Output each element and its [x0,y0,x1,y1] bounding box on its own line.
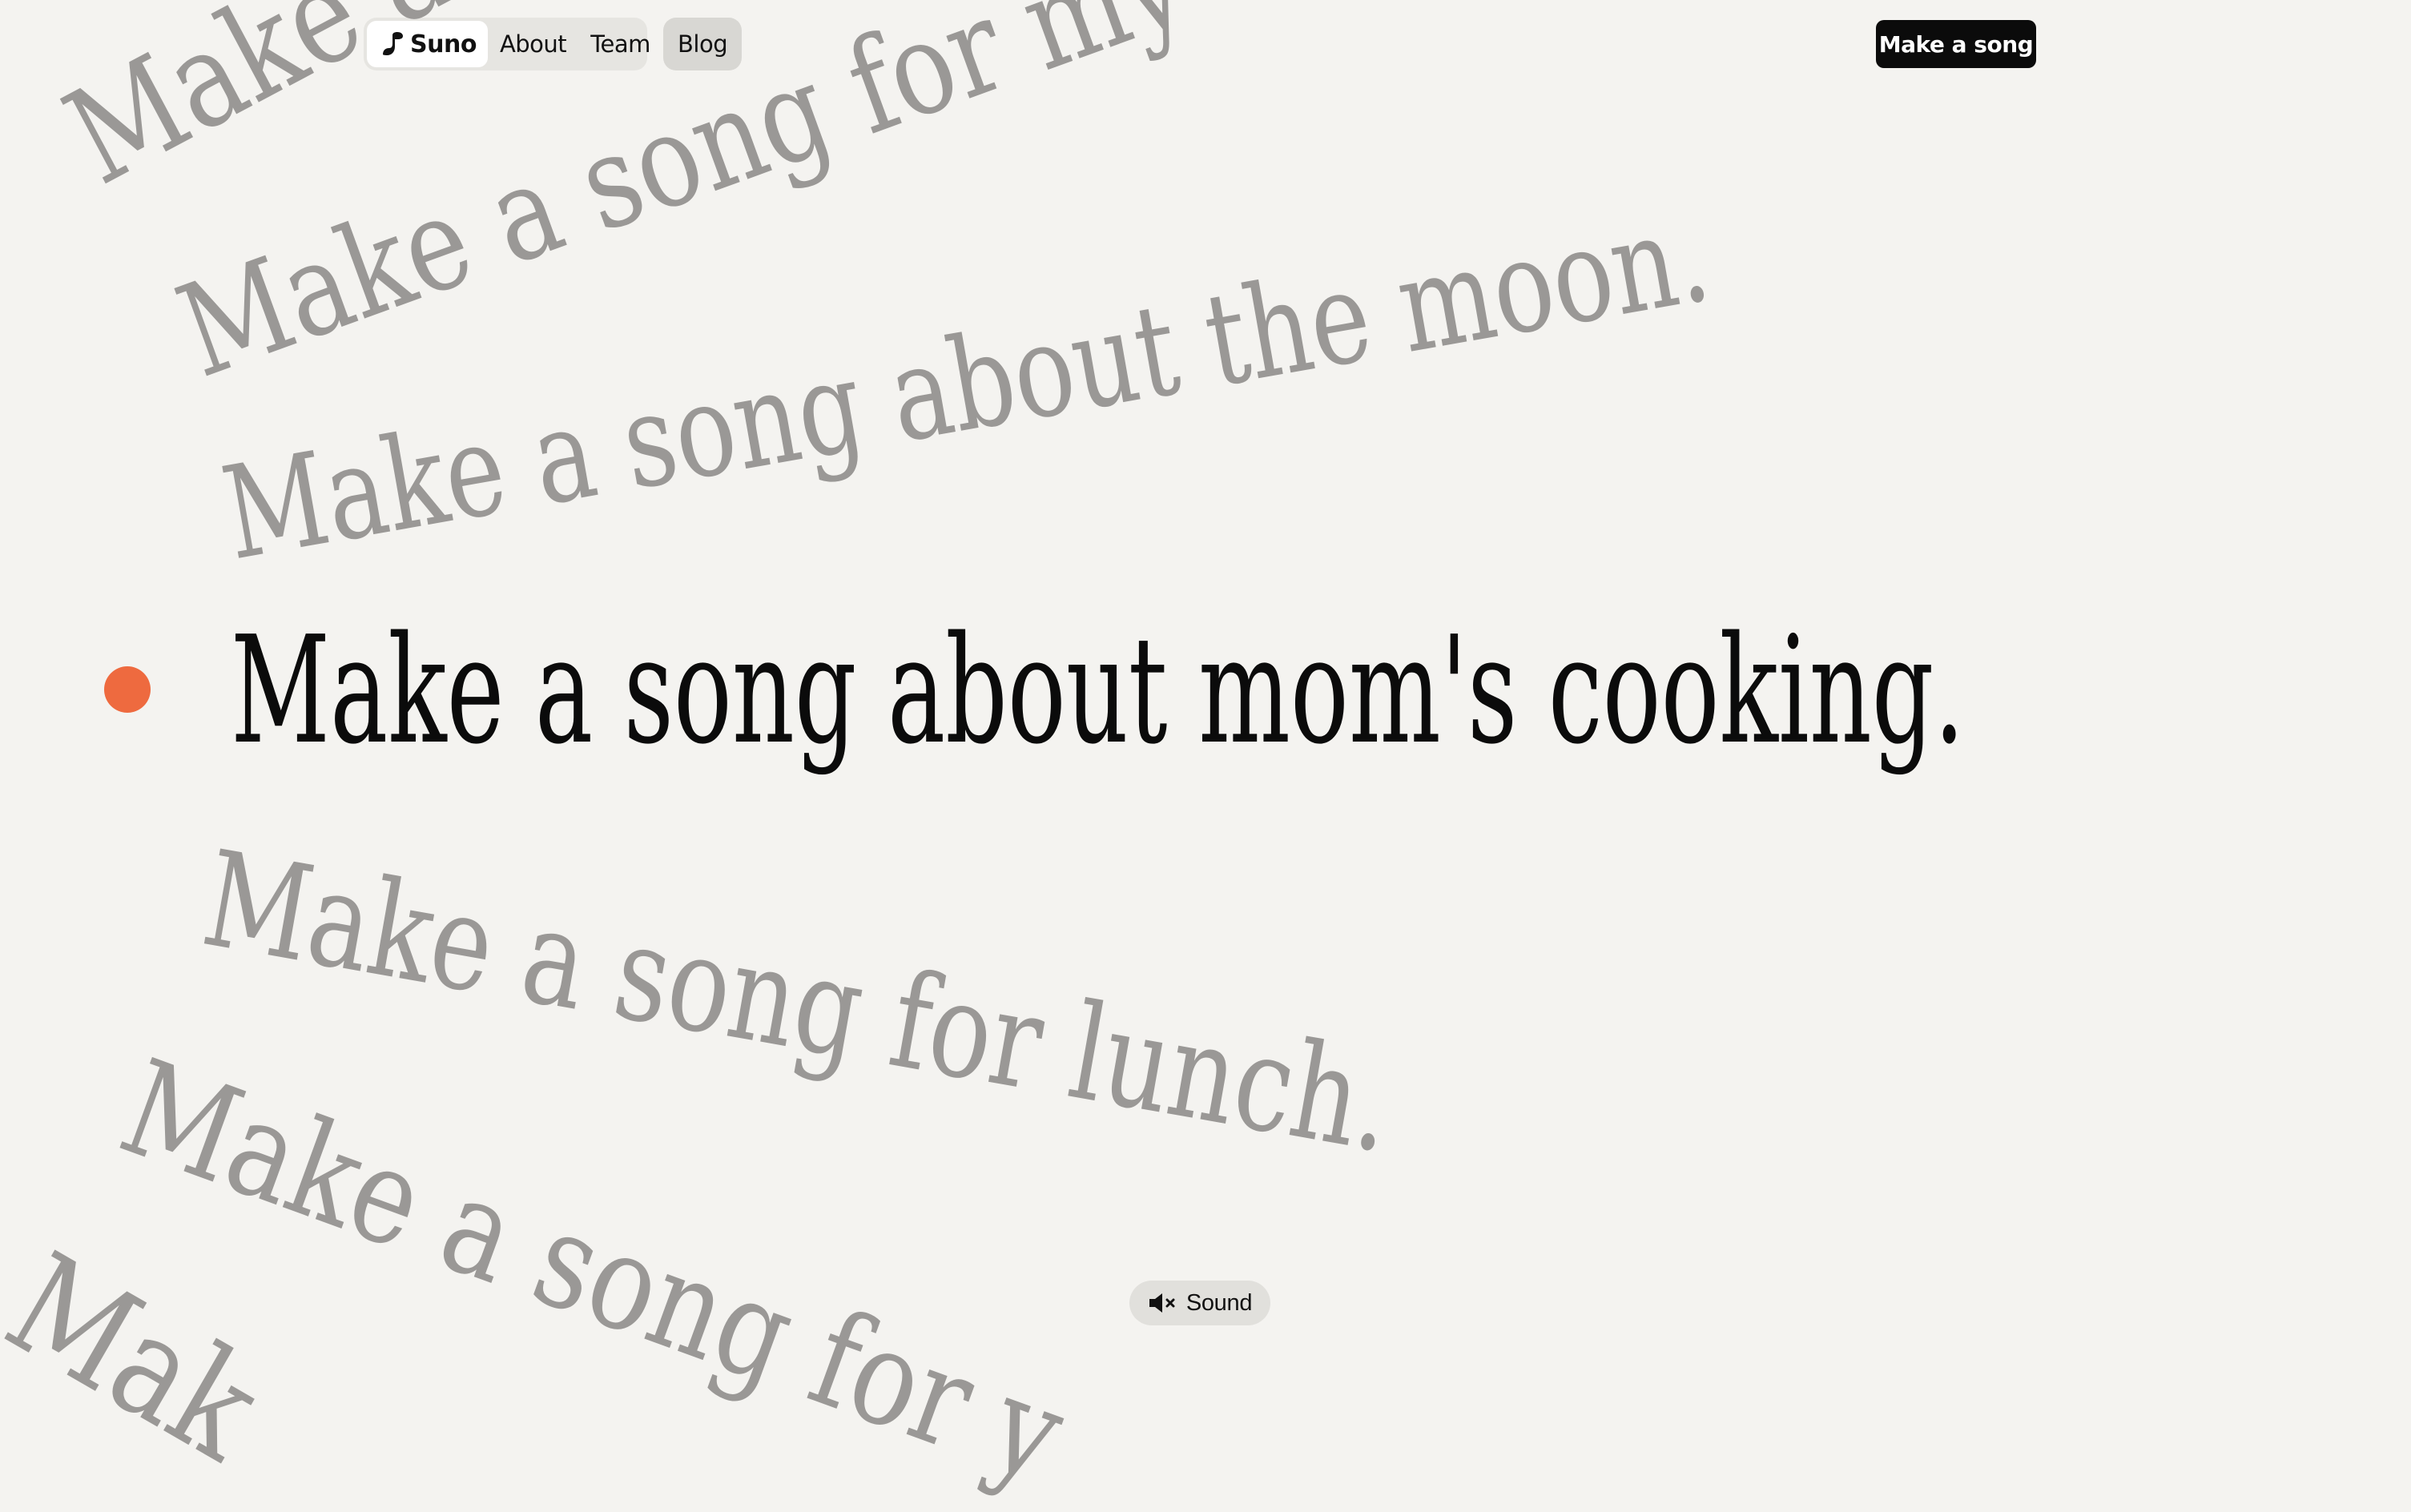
active-prompt-indicator [104,666,151,713]
make-a-song-button[interactable]: Make a song [1876,20,2036,68]
sound-label: Sound [1185,1289,1253,1316]
active-prompt[interactable]: Make a song about mom's cooking. [231,617,1965,765]
prompt-line-7: Mak [0,1223,285,1493]
speaker-muted-icon [1148,1291,1178,1315]
nav-link-team[interactable]: Team [578,21,662,67]
sound-toggle-button[interactable]: Sound [1129,1281,1270,1325]
nav-link-about[interactable]: About [488,21,578,67]
prompt-line-6: Make a song for y [103,1030,1083,1512]
